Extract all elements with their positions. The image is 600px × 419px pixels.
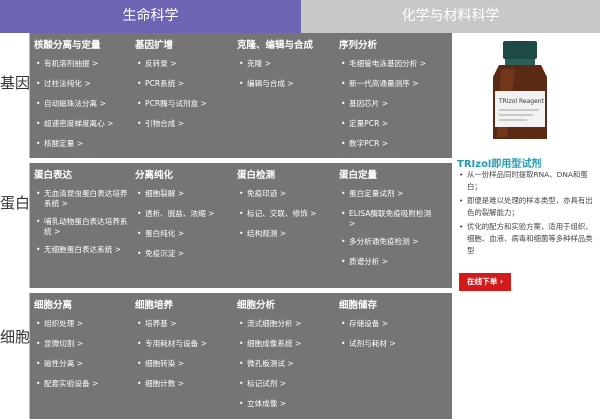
section-label: 细胞: [0, 328, 31, 346]
menu-item[interactable]: • 组织处理 >: [34, 319, 134, 329]
column-title[interactable]: 蛋白检测: [237, 169, 337, 189]
menu-column: 细胞分析 • 流式细胞分析 > • 细胞成像系统 > • 微孔板测试 > • 标记试剂 …: [237, 299, 337, 419]
section-protein: 蛋白 蛋白表达 • 无血清昆虫蛋白表达培养系统 > • 哺乳动物蛋白表达培养系统 >…: [0, 163, 452, 288]
section-label: 基因: [0, 74, 31, 92]
section-cell: 细胞 细胞分离 • 组织处理 > • 显微切割 > • 磁性分离 > • 配套实验设备 …: [0, 293, 452, 419]
menu-item[interactable]: • 核酸定量 >: [34, 139, 134, 149]
menu-item[interactable]: • 标记、交联、修饰 >: [237, 209, 337, 219]
menu-item[interactable]: • 结构观测 >: [237, 229, 337, 239]
menu-item[interactable]: • 流式细胞分析 >: [237, 319, 337, 329]
menu-column: 蛋白定量 • 蛋白定量试剂 > • ELISA酶联免疫吸附检测 > • 多分析通免疫检…: [339, 169, 439, 277]
menu-item[interactable]: • 显微切割 >: [34, 339, 134, 349]
menu-item[interactable]: • 质谱分析 >: [339, 257, 439, 267]
menu-item[interactable]: • 超速密度梯度离心 >: [34, 119, 134, 129]
menu-item[interactable]: • 培养基 >: [135, 319, 235, 329]
menu-item[interactable]: • 克隆 >: [237, 59, 337, 69]
menu-item[interactable]: • 试剂与耗材 >: [339, 339, 439, 349]
menu-column: 细胞储存 • 存储设备 > • 试剂与耗材 >: [339, 299, 439, 359]
menu-item[interactable]: • 标记试剂 >: [237, 379, 337, 389]
menu-column: 核酸分离与定量 • 有机溶剂抽提 > • 过柱法纯化 > • 自动磁珠法分离 > • 超…: [34, 39, 134, 159]
promo-bullet: • 优化的配方和实验方案，适用于组织、细胞、血液、病毒和细菌等多种样品类型: [459, 222, 593, 255]
menu-item[interactable]: • 透析、脱盐、浓缩 >: [135, 209, 235, 219]
menu-item[interactable]: • 无血清昆虫蛋白表达培养系统 >: [34, 189, 134, 209]
menu-item[interactable]: • 微孔板测试 >: [237, 359, 337, 369]
menu-item[interactable]: • 免疫印迹 >: [237, 189, 337, 199]
menu-item[interactable]: • 过柱法纯化 >: [34, 79, 134, 89]
tab-life-science[interactable]: 生命科学: [0, 0, 301, 33]
menu-item[interactable]: • 细胞转染 >: [135, 359, 235, 369]
menu-item[interactable]: • 有机溶剂抽提 >: [34, 59, 134, 69]
menu-item[interactable]: • 毛细管电泳基因分析 >: [339, 59, 439, 69]
menu-item[interactable]: • 基因芯片 >: [339, 99, 439, 109]
menu-column: 分离纯化 • 细胞裂解 > • 透析、脱盐、浓缩 > • 蛋白纯化 > • 免疫沉淀 >: [135, 169, 235, 269]
order-online-button[interactable]: 在线下单 ›: [459, 273, 511, 291]
section-side-tab[interactable]: 基因: [0, 33, 30, 158]
menu-item[interactable]: • 多分析通免疫检测 >: [339, 237, 439, 247]
section-label: 蛋白: [0, 194, 31, 212]
menu-item[interactable]: • 编辑与合成 >: [237, 79, 337, 89]
menu-item[interactable]: • 新一代高通量测序 >: [339, 79, 439, 89]
column-title[interactable]: 核酸分离与定量: [34, 39, 134, 59]
menu-item[interactable]: • 免疫沉淀 >: [135, 249, 235, 259]
column-title[interactable]: 基因扩增: [135, 39, 235, 59]
menu-item[interactable]: • 磁性分离 >: [34, 359, 134, 369]
promo-bullet: • 即便是难以处理的样本类型，亦具有出色的裂解能力；: [459, 196, 593, 217]
section-gene: 基因 核酸分离与定量 • 有机溶剂抽提 > • 过柱法纯化 > • 自动磁珠法分离 >…: [0, 33, 452, 158]
column-title[interactable]: 蛋白定量: [339, 169, 439, 189]
menu-column: 序列分析 • 毛细管电泳基因分析 > • 新一代高通量测序 > • 基因芯片 > • 定…: [339, 39, 439, 159]
menu-item[interactable]: • PCR系统 >: [135, 79, 235, 89]
menu-item[interactable]: • 反转录 >: [135, 59, 235, 69]
menu-item[interactable]: • PCR酶与试剂盒 >: [135, 99, 235, 109]
menu-item[interactable]: • 蛋白纯化 >: [135, 229, 235, 239]
menu-item[interactable]: • ELISA酶联免疫吸附检测 >: [339, 209, 439, 229]
menu-item[interactable]: • 细胞裂解 >: [135, 189, 235, 199]
column-title[interactable]: 细胞分离: [34, 299, 134, 319]
bottle-label-text: TRIzol Reagent: [498, 98, 545, 105]
menu-column: 细胞培养 • 培养基 > • 专用耗材与设备 > • 细胞转染 > • 细胞计数 >: [135, 299, 235, 399]
menu-column: 蛋白检测 • 免疫印迹 > • 标记、交联、修饰 > • 结构观测 >: [237, 169, 337, 249]
menu-column: 蛋白表达 • 无血清昆虫蛋白表达培养系统 > • 哺乳动物蛋白表达培养系统 > • 无…: [34, 169, 134, 265]
menu-item[interactable]: • 立体成像 >: [237, 399, 337, 409]
column-title[interactable]: 细胞分析: [237, 299, 337, 319]
column-title[interactable]: 克隆、编辑与合成: [237, 39, 337, 59]
column-title[interactable]: 细胞储存: [339, 299, 439, 319]
menu-column: 基因扩增 • 反转录 > • PCR系统 > • PCR酶与试剂盒 > • 引物合成 >: [135, 39, 235, 139]
menu-item[interactable]: • 引物合成 >: [135, 119, 235, 129]
menu-item[interactable]: • 专用耗材与设备 >: [135, 339, 235, 349]
column-title[interactable]: 蛋白表达: [34, 169, 134, 189]
menu-column: 克隆、编辑与合成 • 克隆 > • 编辑与合成 >: [237, 39, 337, 99]
column-title[interactable]: 分离纯化: [135, 169, 235, 189]
column-title[interactable]: 细胞培养: [135, 299, 235, 319]
menu-item[interactable]: • 定量PCR >: [339, 119, 439, 129]
menu-panel: 基因 核酸分离与定量 • 有机溶剂抽提 > • 过柱法纯化 > • 自动磁珠法分离 >…: [0, 33, 600, 419]
promo-panel: TRIzol Reagent TRIzol即用型试剂 • 从一份样品同时提取RNA…: [455, 37, 600, 297]
promo-title[interactable]: TRIzol即用型试剂: [457, 155, 541, 170]
menu-item[interactable]: • 哺乳动物蛋白表达培养系统 >: [34, 217, 134, 237]
section-side-tab[interactable]: 细胞: [0, 293, 30, 419]
menu-item[interactable]: • 自动磁珠法分离 >: [34, 99, 134, 109]
category-tabs: 生命科学 化学与材料科学: [0, 0, 600, 33]
menu-item[interactable]: • 细胞成像系统 >: [237, 339, 337, 349]
menu-item[interactable]: • 数字PCR >: [339, 139, 439, 149]
promo-bullets: • 从一份样品同时提取RNA、DNA和蛋白； • 即便是难以处理的样本类型，亦具有出…: [457, 169, 597, 259]
menu-item[interactable]: • 蛋白定量试剂 >: [339, 189, 439, 199]
menu-item[interactable]: • 无细胞蛋白表达系统 >: [34, 245, 134, 255]
promo-bullet: • 从一份样品同时提取RNA、DNA和蛋白；: [459, 170, 588, 191]
menu-item[interactable]: • 细胞计数 >: [135, 379, 235, 389]
tab-chem-materials[interactable]: 化学与材料科学: [301, 0, 600, 33]
menu-item[interactable]: • 配套实验设备 >: [34, 379, 134, 389]
menu-item[interactable]: • 存储设备 >: [339, 319, 439, 329]
product-bottle-image[interactable]: TRIzol Reagent: [457, 39, 583, 143]
section-side-tab[interactable]: 蛋白: [0, 163, 30, 288]
column-title[interactable]: 序列分析: [339, 39, 439, 59]
menu-column: 细胞分离 • 组织处理 > • 显微切割 > • 磁性分离 > • 配套实验设备 >: [34, 299, 134, 399]
